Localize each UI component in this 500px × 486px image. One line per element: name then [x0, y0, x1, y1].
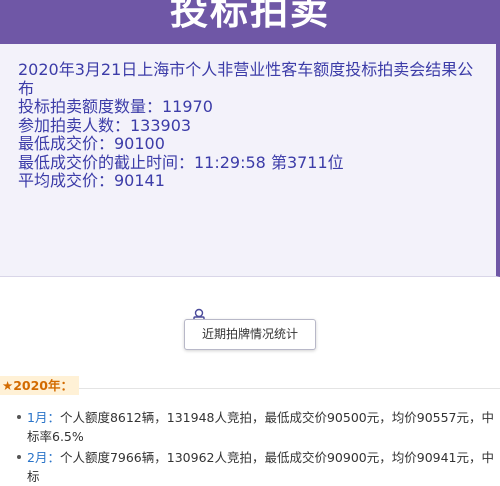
- recent-stats-button[interactable]: 近期拍牌情况统计: [184, 319, 316, 350]
- bullet-icon: [17, 455, 21, 459]
- quota-count: 投标拍卖额度数量：11970: [18, 97, 213, 116]
- monthly-stats-list: 1月：个人额度8612辆，131948人竞拍，最低成交价90500元，均价905…: [10, 408, 500, 486]
- month-detail-jan: 个人额度8612辆，131948人竞拍，最低成交价90500元，均价90557元…: [27, 410, 495, 444]
- auction-result-text: 2020年3月21日上海市个人非营业性客车额度投标拍卖会结果公布 投标拍卖额度数…: [18, 60, 483, 191]
- year-2020-badge: ★2020年：: [0, 376, 79, 395]
- list-item-jan: 1月：个人额度8612辆，131948人竞拍，最低成交价90500元，均价905…: [10, 408, 500, 446]
- page-title: 投标拍卖: [169, 0, 330, 33]
- lowest-price-deadline: 最低成交价的截止时间：11:29:58 第3711位: [18, 152, 344, 172]
- participant-count: 参加拍卖人数：133903: [18, 115, 192, 135]
- auction-result-box: 2020年3月21日上海市个人非营业性客车额度投标拍卖会结果公布 投标拍卖额度数…: [0, 44, 500, 277]
- bullet-icon: [17, 415, 21, 419]
- page-header: 投标拍卖: [0, 0, 500, 44]
- result-headline: 2020年3月21日上海市个人非营业性客车额度投标拍卖会结果公布: [18, 60, 474, 98]
- month-label-jan[interactable]: 1月：: [27, 410, 60, 425]
- list-item-feb: 2月：个人额度7966辆，130962人竞拍，最低成交价90900元，均价909…: [10, 448, 500, 486]
- lowest-price: 最低成交价：90100: [18, 134, 165, 153]
- month-label-feb[interactable]: 2月：: [27, 450, 60, 465]
- average-price: 平均成交价：90141: [18, 171, 165, 190]
- month-detail-feb: 个人额度7966辆，130962人竞拍，最低成交价90900元，均价90941元…: [27, 450, 495, 484]
